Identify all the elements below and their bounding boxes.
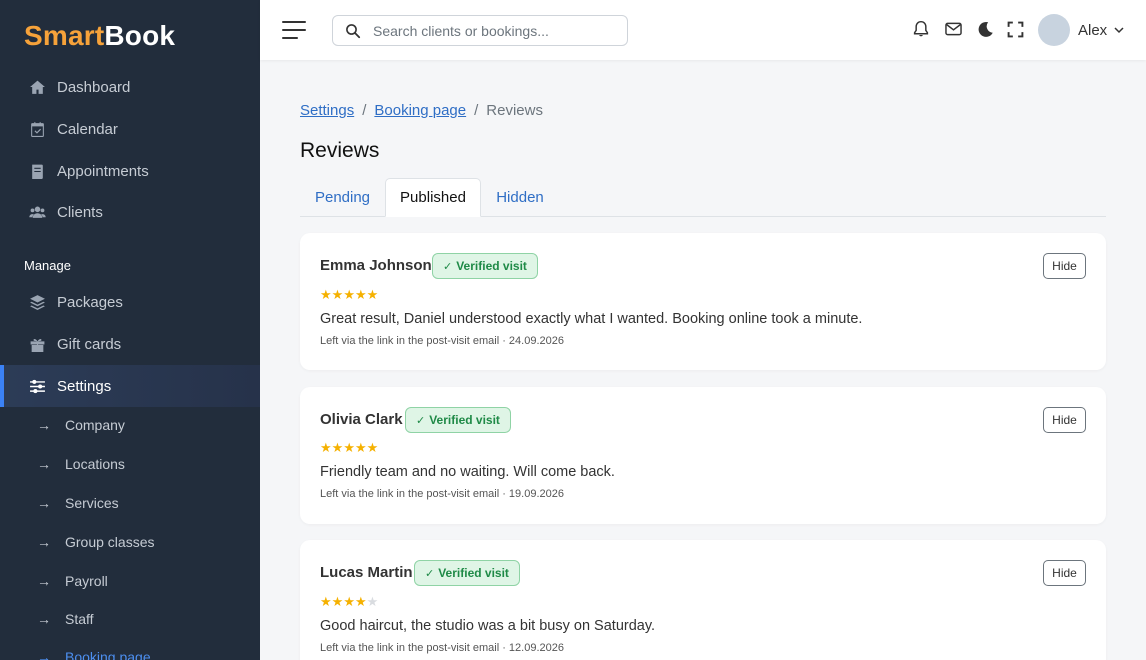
book-icon bbox=[28, 162, 46, 180]
layers-icon bbox=[28, 293, 46, 311]
sidebar-item-gift-cards[interactable]: Gift cards bbox=[0, 323, 260, 365]
tab-hidden[interactable]: Hidden bbox=[481, 178, 559, 217]
arrow-right-icon: → bbox=[37, 495, 51, 511]
star-filled-icon: ★ bbox=[354, 287, 367, 302]
sidebar-sub-booking-page[interactable]: → Booking page bbox=[0, 638, 260, 660]
review-meta: Left via the link in the post-visit emai… bbox=[320, 488, 564, 500]
fullscreen-icon[interactable] bbox=[1005, 19, 1025, 39]
arrow-right-icon: → bbox=[37, 417, 51, 433]
arrow-right-icon: → bbox=[37, 534, 51, 550]
tab-pending[interactable]: Pending bbox=[300, 178, 385, 217]
breadcrumb-current: Reviews bbox=[486, 102, 543, 119]
star-filled-icon: ★ bbox=[366, 287, 379, 302]
arrow-right-icon: → bbox=[37, 573, 51, 589]
review-meta: Left via the link in the post-visit emai… bbox=[320, 335, 564, 347]
sidebar-item-calendar[interactable]: Calendar bbox=[0, 108, 260, 150]
avatar[interactable] bbox=[1038, 14, 1070, 46]
check-icon: ✓ bbox=[416, 414, 426, 427]
sidebar-sub-payroll[interactable]: → Payroll bbox=[0, 562, 260, 600]
tab-published[interactable]: Published bbox=[385, 178, 481, 217]
star-filled-icon: ★ bbox=[320, 440, 332, 455]
moon-icon[interactable] bbox=[975, 19, 995, 39]
check-icon: ✓ bbox=[425, 567, 435, 580]
star-filled-icon: ★ bbox=[320, 594, 332, 609]
bell-icon[interactable] bbox=[911, 19, 931, 39]
star-empty-icon: ★ bbox=[366, 594, 379, 609]
sidebar-item-dashboard[interactable]: Dashboard bbox=[0, 66, 260, 108]
star-filled-icon: ★ bbox=[331, 440, 344, 455]
star-filled-icon: ★ bbox=[354, 594, 367, 609]
arrow-right-icon: → bbox=[37, 456, 51, 472]
top-header: Alex bbox=[260, 0, 1146, 60]
verified-badge: ✓ Verified visit bbox=[432, 253, 538, 279]
sidebar-sub-group-classes[interactable]: → Group classes bbox=[0, 523, 260, 561]
sidebar-item-settings[interactable]: Settings bbox=[0, 365, 260, 407]
star-filled-icon: ★ bbox=[320, 287, 332, 302]
arrow-right-icon: → bbox=[37, 611, 51, 627]
arrow-right-icon: → bbox=[37, 649, 51, 660]
star-rating: ★★★★★ bbox=[320, 594, 378, 610]
sidebar-item-appointments[interactable]: Appointments bbox=[0, 150, 260, 192]
search-input[interactable] bbox=[373, 21, 613, 41]
chevron-down-icon[interactable] bbox=[1113, 24, 1125, 36]
hide-button[interactable]: Hide bbox=[1043, 253, 1086, 279]
verified-badge: ✓ Verified visit bbox=[414, 560, 520, 586]
review-text: Great result, Daniel understood exactly … bbox=[320, 311, 863, 327]
hide-button[interactable]: Hide bbox=[1043, 407, 1086, 433]
review-text: Good haircut, the studio was a bit busy … bbox=[320, 618, 656, 634]
star-filled-icon: ★ bbox=[354, 440, 367, 455]
reviewer-name: Olivia Clark bbox=[320, 411, 403, 428]
review-card: Emma Johnson ✓ Verified visit ★★★★★ Great… bbox=[300, 233, 1106, 370]
star-filled-icon: ★ bbox=[366, 440, 379, 455]
section-label-manage: Manage bbox=[24, 258, 71, 273]
review-text: Friendly team and no waiting. Will come … bbox=[320, 464, 615, 480]
breadcrumb-settings[interactable]: Settings bbox=[300, 102, 354, 119]
users-icon bbox=[28, 203, 46, 221]
search-icon bbox=[346, 24, 361, 39]
star-filled-icon: ★ bbox=[343, 287, 355, 302]
calendar-check-icon bbox=[28, 120, 46, 138]
hide-button[interactable]: Hide bbox=[1043, 560, 1086, 586]
page-title: Reviews bbox=[300, 139, 380, 162]
check-icon: ✓ bbox=[443, 260, 453, 273]
review-meta: Left via the link in the post-visit emai… bbox=[320, 642, 564, 654]
sidebar-sub-services[interactable]: → Services bbox=[0, 484, 260, 522]
sidebar-sub-staff[interactable]: → Staff bbox=[0, 600, 260, 638]
sidebar-sub-locations[interactable]: → Locations bbox=[0, 445, 260, 483]
reviewer-name: Lucas Martin bbox=[320, 564, 413, 581]
brand-logo[interactable]: SmartBook bbox=[24, 18, 175, 54]
star-filled-icon: ★ bbox=[331, 594, 344, 609]
star-rating: ★★★★★ bbox=[320, 287, 378, 303]
search-box bbox=[332, 15, 628, 46]
gift-icon bbox=[28, 335, 46, 353]
star-filled-icon: ★ bbox=[343, 594, 355, 609]
sidebar: SmartBook Dashboard Calendar Appointment… bbox=[0, 0, 260, 660]
reviewer-name: Emma Johnson bbox=[320, 257, 432, 274]
menu-toggle-icon[interactable] bbox=[282, 19, 306, 41]
breadcrumb-booking-page[interactable]: Booking page bbox=[374, 102, 466, 119]
sidebar-item-packages[interactable]: Packages bbox=[0, 281, 260, 323]
review-card: Olivia Clark ✓ Verified visit ★★★★★ Frien… bbox=[300, 387, 1106, 524]
sliders-icon bbox=[28, 377, 46, 395]
star-rating: ★★★★★ bbox=[320, 440, 378, 456]
review-card: Lucas Martin ✓ Verified visit ★★★★★ Good … bbox=[300, 540, 1106, 660]
star-filled-icon: ★ bbox=[331, 287, 344, 302]
breadcrumb: Settings / Booking page / Reviews bbox=[300, 102, 543, 119]
sidebar-sub-company[interactable]: → Company bbox=[0, 406, 260, 444]
user-name[interactable]: Alex bbox=[1078, 22, 1107, 39]
mail-icon[interactable] bbox=[943, 19, 963, 39]
verified-badge: ✓ Verified visit bbox=[405, 407, 511, 433]
sidebar-item-clients[interactable]: Clients bbox=[0, 191, 260, 233]
home-icon bbox=[28, 78, 46, 96]
review-tabs: Pending Published Hidden bbox=[300, 178, 1106, 217]
star-filled-icon: ★ bbox=[343, 440, 355, 455]
